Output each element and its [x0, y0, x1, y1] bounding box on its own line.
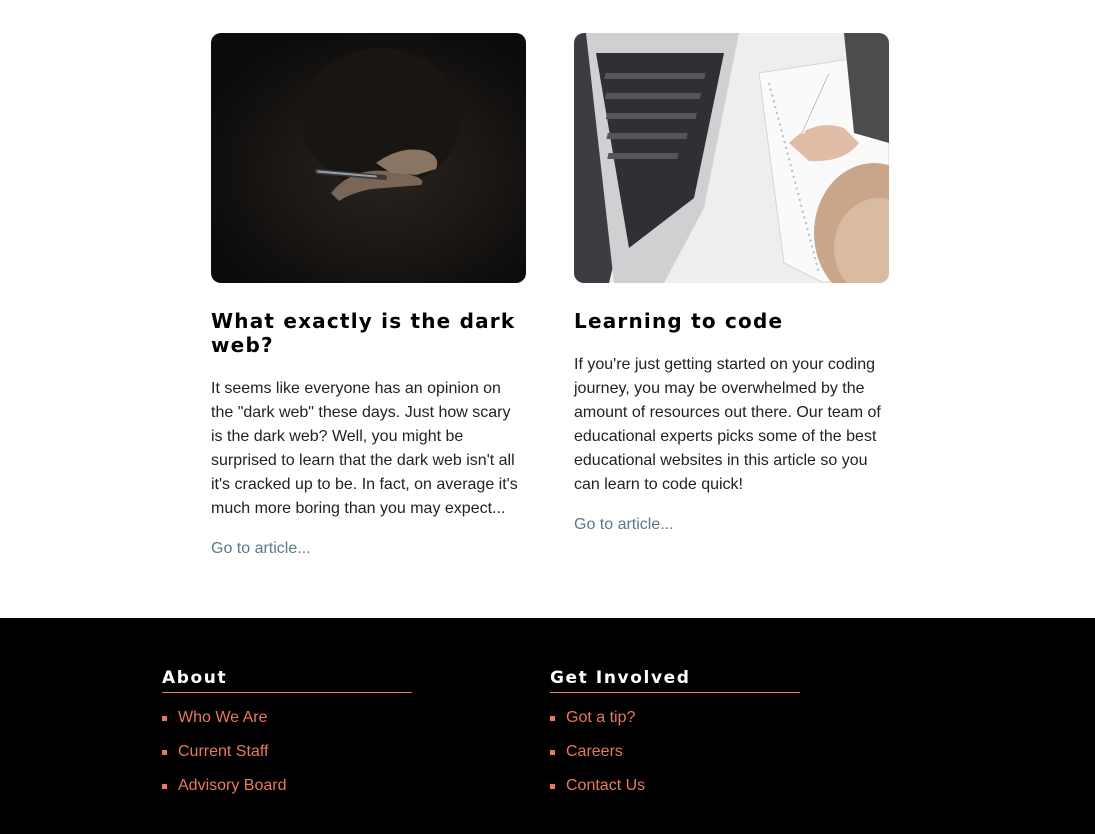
list-item: Contact Us — [550, 775, 800, 809]
article-card-learning-to-code: Learning to code If you're just getting … — [574, 33, 889, 537]
phone-in-dark-photo-icon — [211, 33, 526, 283]
list-item: Careers — [550, 741, 800, 775]
article-excerpt: It seems like everyone has an opinion on… — [211, 380, 518, 517]
square-bullet-icon — [550, 784, 555, 789]
footer-link-current-staff[interactable]: Current Staff — [178, 743, 268, 760]
footer-about-list: Who We Are Current Staff Advisory Board — [162, 707, 412, 809]
footer-get-involved-list: Got a tip? Careers Contact Us — [550, 707, 800, 809]
footer-link-who-we-are[interactable]: Who We Are — [178, 709, 268, 726]
square-bullet-icon — [550, 750, 555, 755]
footer-about-column: About Who We Are Current Staff Advisory … — [162, 668, 412, 809]
article-title[interactable]: What exactly is the dark web? — [211, 309, 526, 357]
footer-get-involved-column: Get Involved Got a tip? Careers Contact … — [550, 668, 800, 809]
list-item: Advisory Board — [162, 775, 412, 809]
go-to-article-link[interactable]: Go to article... — [211, 537, 311, 561]
article-image[interactable] — [211, 33, 526, 283]
footer-get-involved-heading: Get Involved — [550, 668, 800, 693]
footer-link-careers[interactable]: Careers — [566, 743, 623, 760]
article-excerpt: If you're just getting started on your c… — [574, 356, 881, 493]
footer-link-got-a-tip[interactable]: Got a tip? — [566, 709, 635, 726]
square-bullet-icon — [162, 716, 167, 721]
go-to-article-link[interactable]: Go to article... — [574, 513, 674, 537]
list-item: Got a tip? — [550, 707, 800, 741]
square-bullet-icon — [550, 716, 555, 721]
footer-link-contact-us[interactable]: Contact Us — [566, 777, 645, 794]
square-bullet-icon — [162, 784, 167, 789]
laptop-and-notebook-photo-icon — [574, 33, 889, 283]
footer-link-advisory-board[interactable]: Advisory Board — [178, 777, 287, 794]
square-bullet-icon — [162, 750, 167, 755]
article-card-dark-web: What exactly is the dark web? It seems l… — [211, 33, 526, 561]
footer-about-heading: About — [162, 668, 412, 693]
list-item: Current Staff — [162, 741, 412, 775]
article-title[interactable]: Learning to code — [574, 309, 889, 333]
list-item: Who We Are — [162, 707, 412, 741]
site-footer: About Who We Are Current Staff Advisory … — [0, 618, 1095, 834]
articles-section: What exactly is the dark web? It seems l… — [0, 0, 1095, 618]
article-image[interactable] — [574, 33, 889, 283]
